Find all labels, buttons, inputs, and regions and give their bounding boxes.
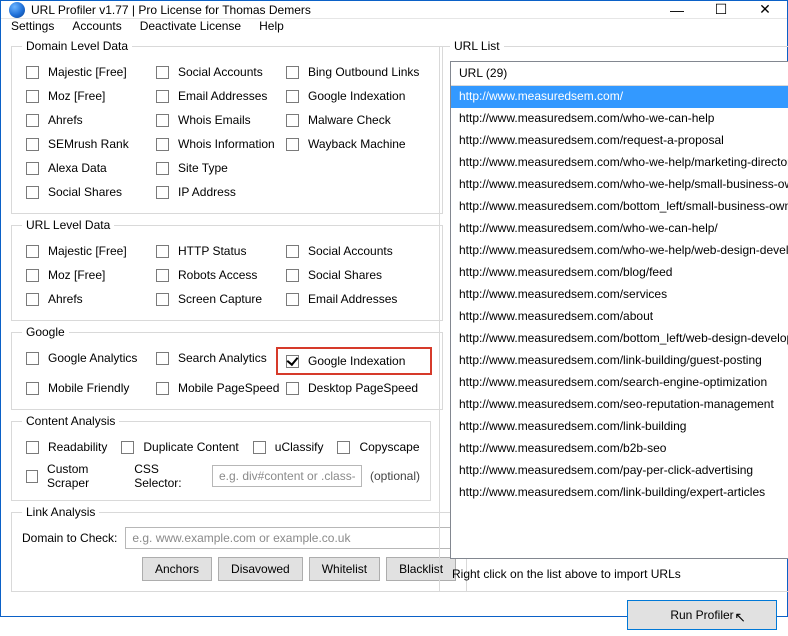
right-column: URL List URL (29) http://www.measuredsem… (439, 39, 788, 592)
chk-domain-whois-info[interactable]: Whois Information (152, 133, 282, 155)
app-window: URL Profiler v1.77 | Pro License for Tho… (0, 0, 788, 617)
menu-settings[interactable]: Settings (11, 19, 54, 33)
url-row[interactable]: http://www.measuredsem.com/link-building (451, 416, 788, 438)
minimize-button[interactable]: — (655, 1, 699, 18)
url-row[interactable]: http://www.measuredsem.com/seo-reputatio… (451, 394, 788, 416)
close-button[interactable]: ✕ (743, 1, 787, 18)
cursor-icon: ↖ (734, 609, 746, 626)
url-row[interactable]: http://www.measuredsem.com/who-we-help/s… (451, 174, 788, 196)
chk-domain-site-type[interactable]: Site Type (152, 157, 282, 179)
css-selector-label: CSS Selector: (134, 462, 204, 490)
url-list-hint: Right click on the list above to import … (452, 567, 788, 581)
chk-url-social-accounts[interactable]: Social Accounts (282, 240, 432, 262)
css-optional-label: (optional) (370, 469, 420, 483)
anchors-button[interactable]: Anchors (142, 557, 212, 581)
chk-url-screen-capture[interactable]: Screen Capture (152, 288, 282, 310)
group-content-legend: Content Analysis (22, 414, 119, 428)
footer: Run Profiler ↖ (1, 600, 787, 636)
run-profiler-button[interactable]: Run Profiler ↖ (627, 600, 777, 630)
url-row[interactable]: http://www.measuredsem.com/ (451, 86, 788, 108)
url-row[interactable]: http://www.measuredsem.com/who-we-help/m… (451, 152, 788, 174)
url-row[interactable]: http://www.measuredsem.com/blog/feed (451, 262, 788, 284)
content-area: Domain Level Data Majestic [Free] Social… (1, 33, 787, 600)
url-row[interactable]: http://www.measuredsem.com/link-building… (451, 350, 788, 372)
group-domain-level: Domain Level Data Majestic [Free] Social… (11, 39, 443, 214)
menu-accounts[interactable]: Accounts (72, 19, 121, 33)
url-row[interactable]: http://www.measuredsem.com/services (451, 284, 788, 306)
group-url-list: URL List URL (29) http://www.measuredsem… (439, 39, 788, 592)
chk-domain-majestic[interactable]: Majestic [Free] (22, 61, 152, 83)
chk-google-indexation[interactable]: Google Indexation (282, 350, 426, 372)
chk-domain-email[interactable]: Email Addresses (152, 85, 282, 107)
chk-google-analytics[interactable]: Google Analytics (22, 347, 152, 369)
window-title: URL Profiler v1.77 | Pro License for Tho… (31, 3, 655, 17)
chk-domain-wayback[interactable]: Wayback Machine (282, 133, 432, 155)
menu-deactivate[interactable]: Deactivate License (140, 19, 241, 33)
chk-url-http-status[interactable]: HTTP Status (152, 240, 282, 262)
chk-copyscape[interactable]: Copyscape (333, 436, 419, 458)
titlebar: URL Profiler v1.77 | Pro License for Tho… (1, 1, 787, 19)
url-row[interactable]: http://www.measuredsem.com/who-we-can-he… (451, 218, 788, 240)
group-domain-legend: Domain Level Data (22, 39, 132, 53)
chk-uclassify[interactable]: uClassify (249, 436, 324, 458)
chk-google-mobile-pagespeed[interactable]: Mobile PageSpeed (152, 377, 282, 399)
chk-google-mobile-friendly[interactable]: Mobile Friendly (22, 377, 152, 399)
url-row[interactable]: http://www.measuredsem.com/who-we-help/w… (451, 240, 788, 262)
group-google-legend: Google (22, 325, 69, 339)
domain-to-check-label: Domain to Check: (22, 531, 117, 545)
chk-domain-moz[interactable]: Moz [Free] (22, 85, 152, 107)
group-url-legend: URL Level Data (22, 218, 114, 232)
url-row[interactable]: http://www.measuredsem.com/link-building… (451, 482, 788, 504)
maximize-button[interactable]: ☐ (699, 1, 743, 18)
chk-url-majestic[interactable]: Majestic [Free] (22, 240, 152, 262)
group-urllist-legend: URL List (450, 39, 504, 53)
url-row[interactable]: http://www.measuredsem.com/search-engine… (451, 372, 788, 394)
group-url-level: URL Level Data Majestic [Free] HTTP Stat… (11, 218, 443, 321)
chk-custom-scraper[interactable]: Custom Scraper (22, 465, 126, 487)
url-list-content: URL (29) http://www.measuredsem.com/http… (451, 62, 788, 558)
css-selector-input[interactable] (212, 465, 362, 487)
chk-domain-social-shares[interactable]: Social Shares (22, 181, 152, 203)
disavowed-button[interactable]: Disavowed (218, 557, 303, 581)
url-row[interactable]: http://www.measuredsem.com/request-a-pro… (451, 130, 788, 152)
group-link-analysis: Link Analysis Domain to Check: Anchors D… (11, 505, 467, 592)
url-row[interactable]: http://www.measuredsem.com/b2b-seo (451, 438, 788, 460)
url-row[interactable]: http://www.measuredsem.com/about (451, 306, 788, 328)
chk-url-ahrefs[interactable]: Ahrefs (22, 288, 152, 310)
whitelist-button[interactable]: Whitelist (309, 557, 380, 581)
url-row[interactable]: http://www.measuredsem.com/pay-per-click… (451, 460, 788, 482)
menu-help[interactable]: Help (259, 19, 284, 33)
chk-google-desktop-pagespeed[interactable]: Desktop PageSpeed (282, 377, 432, 399)
highlight-google-indexation: Google Indexation (276, 347, 432, 375)
domain-to-check-input[interactable] (125, 527, 456, 549)
chk-url-moz[interactable]: Moz [Free] (22, 264, 152, 286)
chk-readability[interactable]: Readability (22, 436, 107, 458)
chk-domain-semrush[interactable]: SEMrush Rank (22, 133, 152, 155)
chk-domain-bing-outbound[interactable]: Bing Outbound Links (282, 61, 432, 83)
group-google: Google Google Analytics Search Analytics… (11, 325, 443, 410)
url-listbox[interactable]: URL (29) http://www.measuredsem.com/http… (450, 61, 788, 559)
app-icon (9, 2, 25, 18)
url-row[interactable]: http://www.measuredsem.com/bottom_left/s… (451, 196, 788, 218)
chk-domain-alexa[interactable]: Alexa Data (22, 157, 152, 179)
group-link-legend: Link Analysis (22, 505, 99, 519)
url-row[interactable]: http://www.measuredsem.com/bottom_left/w… (451, 328, 788, 350)
group-content-analysis: Content Analysis Readability Duplicate C… (11, 414, 431, 501)
chk-url-social-shares[interactable]: Social Shares (282, 264, 432, 286)
chk-duplicate-content[interactable]: Duplicate Content (117, 436, 238, 458)
chk-url-email[interactable]: Email Addresses (282, 288, 432, 310)
url-row[interactable]: http://www.measuredsem.com/who-we-can-he… (451, 108, 788, 130)
menubar: Settings Accounts Deactivate License Hel… (1, 19, 787, 33)
chk-domain-social-accounts[interactable]: Social Accounts (152, 61, 282, 83)
chk-domain-google-indexation[interactable]: Google Indexation (282, 85, 432, 107)
chk-domain-ahrefs[interactable]: Ahrefs (22, 109, 152, 131)
chk-domain-whois-emails[interactable]: Whois Emails (152, 109, 282, 131)
chk-domain-ip[interactable]: IP Address (152, 181, 282, 203)
chk-google-search-analytics[interactable]: Search Analytics (152, 347, 282, 369)
chk-url-robots[interactable]: Robots Access (152, 264, 282, 286)
left-column: Domain Level Data Majestic [Free] Social… (11, 39, 431, 592)
url-list-header[interactable]: URL (29) (451, 62, 788, 86)
chk-domain-malware[interactable]: Malware Check (282, 109, 432, 131)
